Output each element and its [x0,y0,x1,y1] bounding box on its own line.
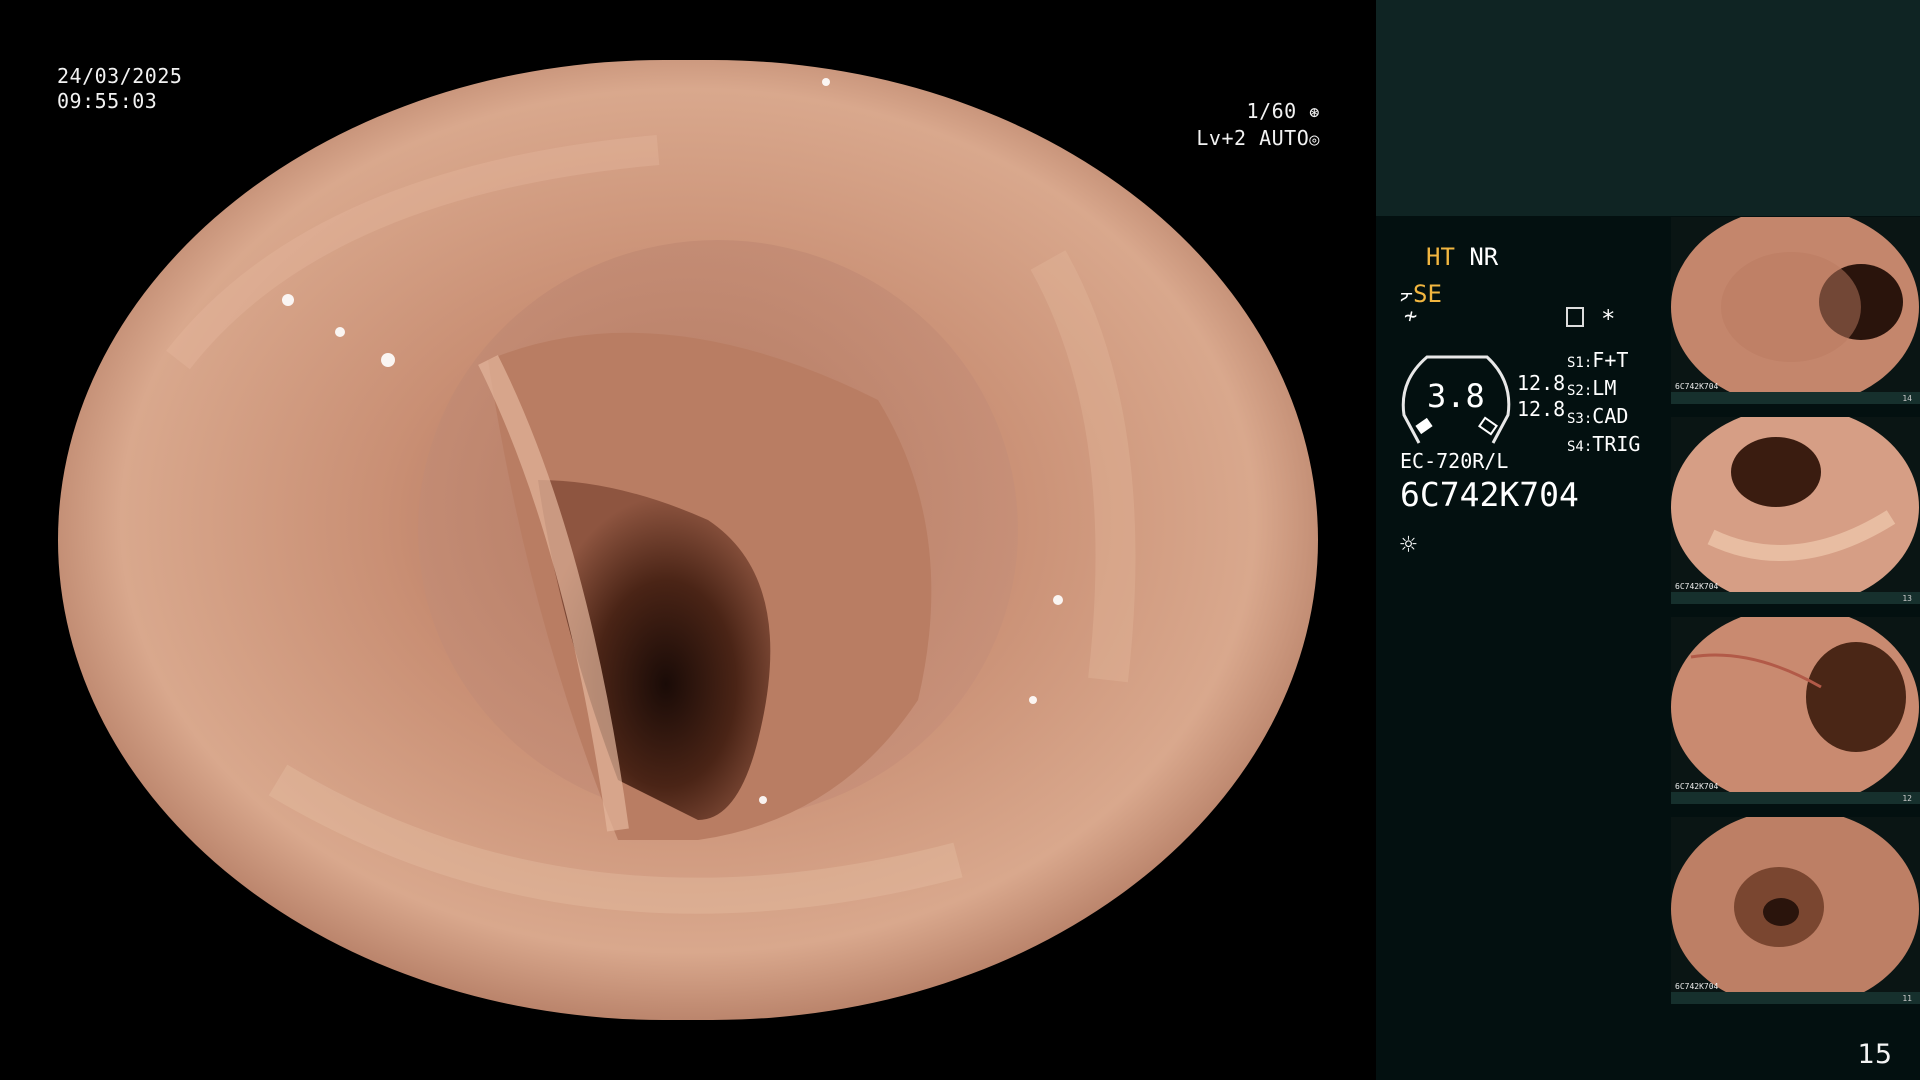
value-1: 12.8 [1517,371,1566,395]
endoscope-main-view [58,60,1318,1020]
asterisk-icon: * [1601,305,1616,333]
thumbnail-label: 6C742K704 [1675,782,1719,791]
shutter-icon: ⊛ [1309,103,1320,123]
thumbnail-label: 6C742K704 [1675,382,1719,391]
switch-row: S2:LM [1567,376,1617,400]
switch-row: S1:F+T [1567,348,1629,372]
iris-icon: ◎ [1309,130,1320,150]
brightness-icon: ☼ [1400,528,1417,561]
capture-thumbnail[interactable]: 6C742K704 13 [1671,417,1920,604]
thumbnail-bar [1671,792,1920,804]
memory-icon [1566,307,1584,327]
exposure-readout: 1/60 ⊛ Lv+2 AUTO◎ [1195,99,1320,153]
time-text: 09:55:03 [57,89,158,113]
exposure-values: 12.8 12.8 [1517,370,1565,422]
switch-list: S1:F+T S2:LM S3:CAD S4:TRIG [1567,348,1640,460]
thumbnail-bar [1671,592,1920,604]
zoom-gauge: 3.8 [1399,351,1513,449]
switch-row: S4:TRIG [1567,432,1641,456]
switch-row: S3:CAD [1567,404,1629,428]
iris-mode-text: AUTO [1259,126,1310,150]
value-2: 12.8 [1517,397,1566,421]
panel-header-area [1376,0,1920,216]
capture-thumbnail[interactable]: 6C742K704 12 [1671,617,1920,804]
thumbnail-image [1671,617,1919,804]
se-label: SE [1413,280,1442,308]
scope-serial: 6C742K704 [1400,475,1579,514]
scope-model: EC-720R/L [1400,449,1509,473]
ht-nr-row: HT NR [1426,243,1498,271]
thumbnail-label: 6C742K704 [1675,982,1719,991]
thumbnail-label: 6C742K704 [1675,582,1719,591]
se-row: ᡔSE [1400,273,1442,308]
level-text: Lv+2 [1196,126,1247,150]
zoom-value: 3.8 [1427,377,1485,415]
color-tone-icon: ≁ [1404,304,1418,329]
thumbnail-counter: 13 [1902,594,1912,603]
thumbnail-counter: 12 [1902,794,1912,803]
thumbnail-bar [1671,992,1920,1004]
capture-thumbnail[interactable]: 6C742K704 11 [1671,817,1920,1004]
page-number: 15 [1857,1039,1892,1070]
thumbnail-image [1671,817,1919,1004]
thumbnail-image [1671,217,1919,404]
datetime-readout: 24/03/2025 09:55:03 [57,64,182,114]
ht-label: HT [1426,243,1455,271]
thumbnail-counter: 11 [1902,994,1912,1003]
capture-thumbnail[interactable]: 6C742K704 14 [1671,217,1920,404]
nr-label: NR [1469,243,1499,271]
thumbnail-bar [1671,392,1920,404]
shutter-text: 1/60 [1246,99,1297,123]
colon-lumen-image [58,60,1318,1020]
thumbnail-image [1671,417,1919,604]
date-text: 24/03/2025 [57,64,183,88]
thumbnail-counter: 14 [1902,394,1912,403]
